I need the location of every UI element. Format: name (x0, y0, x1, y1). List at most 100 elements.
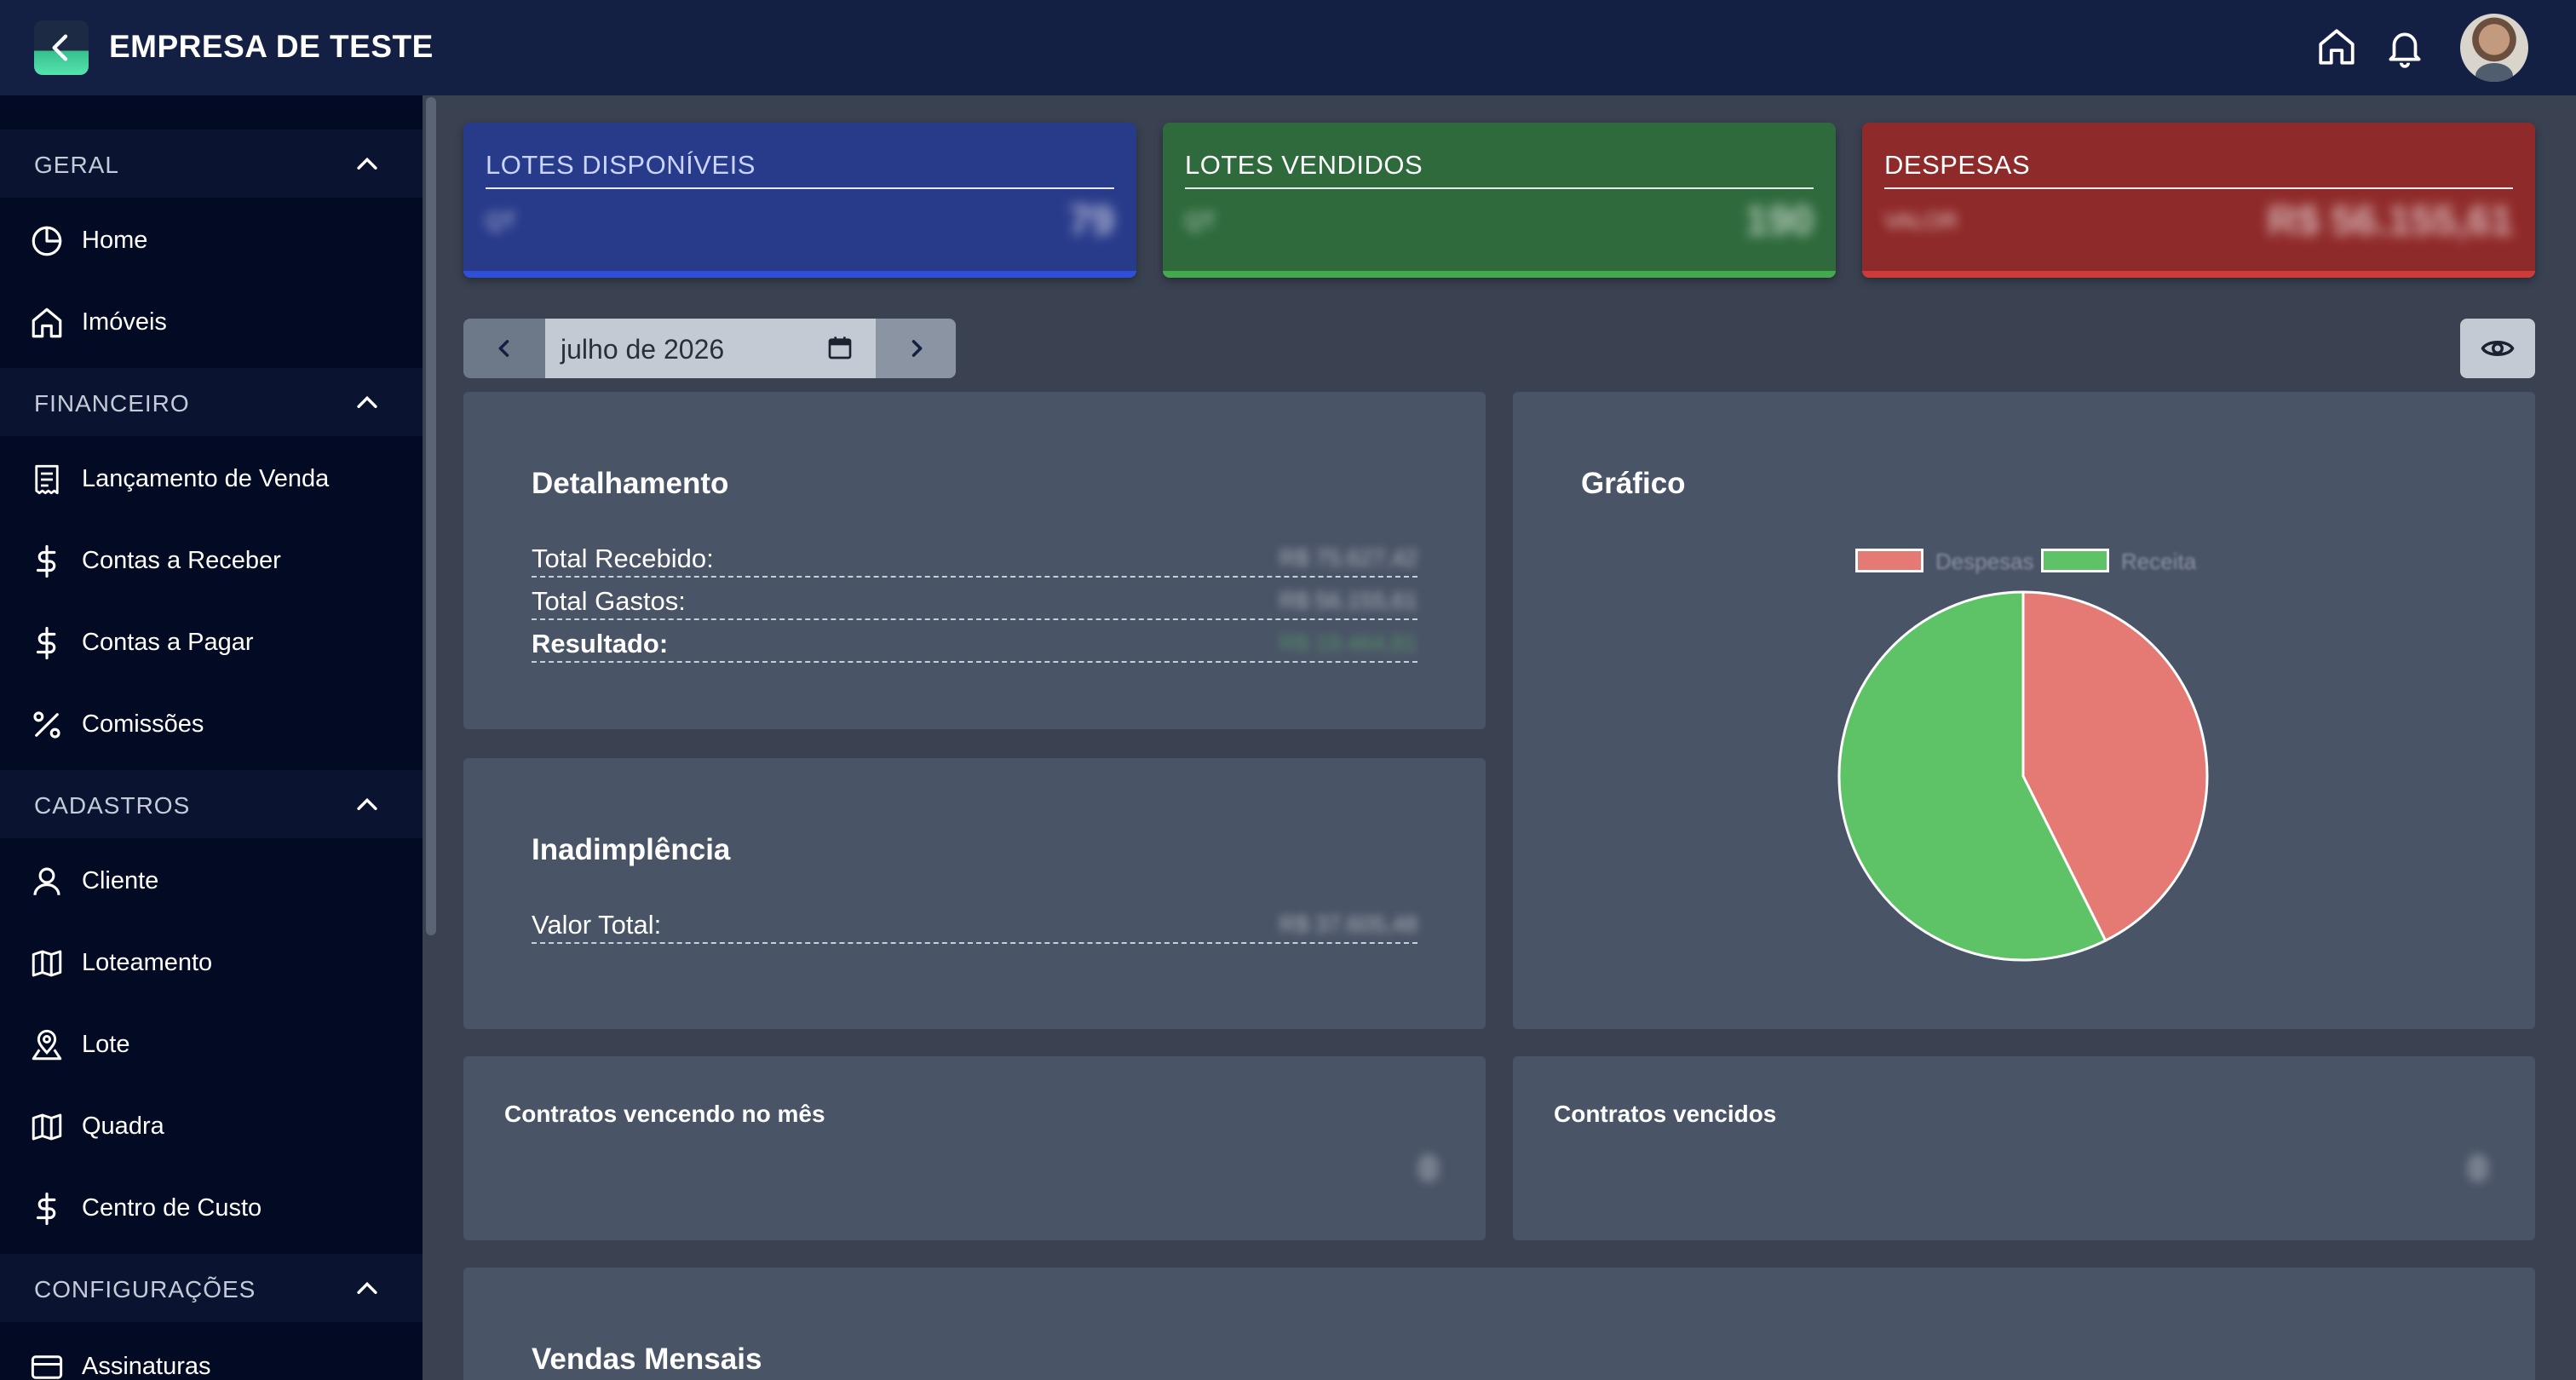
dollar-icon (36, 626, 56, 660)
sidebar-item-lote[interactable]: Lote (0, 1010, 423, 1078)
pie-chart-icon (32, 226, 62, 256)
stat-divider (1884, 187, 2513, 189)
detail-row-total-gastos: Total Gastos: R$ 56.155,61 (532, 578, 1417, 620)
section-label: CADASTROS (34, 792, 191, 819)
eye-icon (2481, 341, 2515, 356)
stat-label: LOTES DISPONÍVEIS (486, 150, 756, 180)
panel-title: Gráfico (1581, 467, 1686, 500)
sidebar-item-label: Lançamento de Venda (82, 465, 330, 492)
detail-row-resultado: Resultado: R$ 19.464,81 (532, 620, 1417, 663)
bell-icon[interactable] (2383, 26, 2426, 68)
sidebar-item-imoveis[interactable]: Imóveis (0, 288, 423, 356)
sidebar-item-label: Loteamento (82, 949, 213, 976)
sidebar-item-label: Contas a Receber (82, 547, 281, 574)
detail-value: R$ 19.464,81 (1279, 630, 1417, 656)
stat-card-despesas[interactable]: DESPESAS VALOR R$ 56.155,61 (1862, 123, 2535, 278)
dollar-icon (36, 544, 56, 578)
legend-swatch-receita[interactable] (2041, 549, 2109, 572)
stat-value: 190 (1745, 198, 1814, 244)
sidebar-item-label: Imóveis (82, 308, 167, 336)
next-month-button[interactable] (876, 319, 956, 378)
contratos-vencendo-panel: Contratos vencendo no mês 0 (463, 1056, 1486, 1240)
sidebar-item-assinaturas[interactable]: Assinaturas (0, 1332, 423, 1380)
user-avatar[interactable] (2460, 14, 2528, 82)
sidebar-item-home[interactable]: Home (0, 206, 423, 274)
section-label: CONFIGURAÇÕES (34, 1276, 256, 1302)
legend-label-receita[interactable]: Receita (2121, 549, 2196, 575)
legend-label-despesas[interactable]: Despesas (1935, 549, 2034, 575)
stat-card-lotes-vendidos[interactable]: LOTES VENDIDOS QT 190 (1163, 123, 1836, 278)
section-configuracoes[interactable]: CONFIGURAÇÕES (0, 1254, 423, 1322)
credit-card-icon (31, 1355, 63, 1379)
sidebar-item-contas-pagar[interactable]: Contas a Pagar (0, 608, 423, 676)
detail-value: R$ 75.627,42 (1279, 545, 1417, 571)
stat-label: DESPESAS (1884, 150, 2031, 180)
contratos-vencendo-count: 0 (1418, 1150, 1438, 1187)
section-geral[interactable]: GERAL (0, 129, 423, 198)
sidebar-item-centro-custo[interactable]: Centro de Custo (0, 1174, 423, 1242)
panel-title: Detalhamento (532, 467, 729, 500)
stat-value: R$ 56.155,61 (2267, 198, 2513, 244)
prev-month-button[interactable] (463, 319, 545, 378)
back-button[interactable] (34, 20, 89, 75)
contratos-vencidos-count: 0 (2468, 1150, 2487, 1187)
stat-accent-bar (1862, 271, 2535, 278)
company-title: EMPRESA DE TESTE (109, 29, 434, 64)
section-financeiro[interactable]: FINANCEIRO (0, 368, 423, 436)
detail-label: Total Gastos: (532, 586, 686, 616)
detail-value: R$ 56.155,61 (1279, 588, 1417, 613)
chevron-right-icon (911, 340, 923, 357)
sidebar-item-quadra[interactable]: Quadra (0, 1092, 423, 1160)
month-value: julho de 2026 (561, 334, 725, 365)
chevron-up-icon (357, 1281, 377, 1294)
sidebar-item-label: Cliente (82, 867, 159, 894)
percent-icon (33, 711, 60, 739)
sidebar-item-comissoes[interactable]: Comissões (0, 690, 423, 758)
house-icon (32, 308, 62, 338)
map-pin-icon (32, 1029, 62, 1061)
panel-title: Inadimplência (532, 833, 731, 866)
sidebar: GERAL Home Imóveis FINANCEIRO Lançamento… (0, 95, 423, 1380)
detail-label: Total Recebido: (532, 543, 714, 573)
detail-label: Valor Total: (532, 910, 662, 940)
stat-divider (1185, 187, 1814, 189)
contratos-vencidos-panel: Contratos vencidos 0 (1513, 1056, 2535, 1240)
sidebar-item-lancamento-venda[interactable]: Lançamento de Venda (0, 445, 423, 513)
dollar-icon (36, 1192, 56, 1226)
stat-divider (486, 187, 1114, 189)
home-icon[interactable] (2315, 26, 2358, 68)
top-bar: EMPRESA DE TESTE (0, 0, 2576, 95)
stat-accent-bar (463, 271, 1136, 278)
sidebar-item-label: Contas a Pagar (82, 629, 254, 656)
legend-swatch-despesas[interactable] (1855, 549, 1923, 572)
stat-card-lotes-disponiveis[interactable]: LOTES DISPONÍVEIS QT 79 (463, 123, 1136, 278)
sidebar-item-contas-receber[interactable]: Contas a Receber (0, 526, 423, 595)
user-icon (33, 867, 60, 895)
chevron-left-icon (498, 340, 509, 357)
sidebar-item-label: Comissões (82, 710, 204, 738)
panel-title: Contratos vencidos (1554, 1101, 1777, 1127)
stat-sub-label: QT (1185, 208, 1216, 233)
sidebar-item-label: Assinaturas (82, 1353, 211, 1380)
chevron-up-icon (357, 395, 377, 408)
pie-chart (1837, 590, 2209, 962)
vendas-mensais-panel: Vendas Mensais (463, 1268, 2535, 1380)
chevron-up-icon (357, 157, 377, 170)
detail-value: R$ 37.605,48 (1279, 911, 1417, 937)
detail-label: Resultado: (532, 629, 669, 658)
detail-row-valor-total: Valor Total: R$ 37.605,48 (532, 901, 1417, 944)
chevron-left-icon (52, 34, 68, 61)
section-cadastros[interactable]: CADASTROS (0, 770, 423, 838)
receipt-icon (35, 464, 59, 495)
sidebar-item-loteamento[interactable]: Loteamento (0, 929, 423, 997)
sidebar-scrollbar-thumb[interactable] (426, 97, 436, 935)
month-input[interactable]: julho de 2026 (545, 319, 876, 378)
sidebar-item-cliente[interactable]: Cliente (0, 847, 423, 915)
sidebar-item-label: Quadra (82, 1113, 164, 1140)
section-label: GERAL (34, 152, 119, 178)
stat-sub-label: QT (486, 208, 517, 233)
inadimplencia-panel: Inadimplência Valor Total: R$ 37.605,48 (463, 758, 1486, 1029)
panel-title: Vendas Mensais (532, 1343, 762, 1376)
calendar-icon[interactable] (826, 334, 854, 361)
toggle-visibility-button[interactable] (2460, 319, 2535, 378)
